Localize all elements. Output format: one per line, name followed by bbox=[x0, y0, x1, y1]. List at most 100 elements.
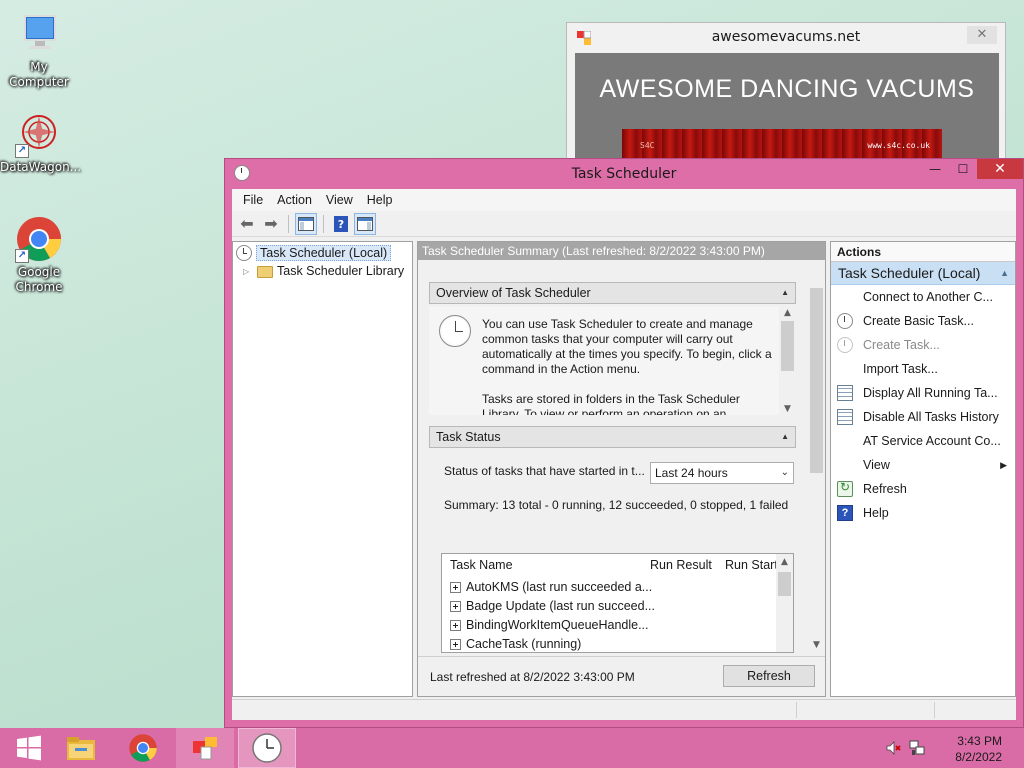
menu-help[interactable]: Help bbox=[360, 193, 400, 207]
collapse-arrow-icon[interactable]: ▲ bbox=[781, 283, 789, 303]
maximize-button[interactable]: ☐ bbox=[949, 159, 977, 179]
status-bar bbox=[232, 699, 1016, 720]
toolbar: ⬅ ➡ ? bbox=[232, 211, 1016, 237]
taskbar-chrome[interactable] bbox=[114, 728, 172, 768]
task-name: AutoKMS (last run succeeded a... bbox=[466, 580, 653, 594]
action-display-running[interactable]: Display All Running Ta... bbox=[831, 381, 1015, 405]
tree-item-label: Task Scheduler (Local) bbox=[256, 245, 392, 261]
action-label: Disable All Tasks History bbox=[863, 410, 999, 424]
last-refreshed-text: Last refreshed at 8/2/2022 3:43:00 PM bbox=[430, 670, 635, 684]
speaker-muted-icon[interactable] bbox=[886, 740, 902, 759]
action-label: Create Task... bbox=[863, 338, 940, 352]
action-label: Refresh bbox=[863, 482, 907, 496]
action-disable-history[interactable]: Disable All Tasks History bbox=[831, 405, 1015, 429]
background-window-title: awesomevacums.net bbox=[711, 29, 861, 45]
computer-icon bbox=[15, 10, 63, 58]
background-window-content: AWESOME DANCING VACUMS S4C www.s4c.co.uk bbox=[575, 53, 999, 173]
action-label: AT Service Account Co... bbox=[863, 434, 1001, 448]
actions-header: Actions bbox=[831, 242, 1015, 262]
table-row[interactable]: AutoKMS (last run succeeded a... bbox=[450, 578, 652, 596]
action-at-service-account[interactable]: AT Service Account Co... bbox=[831, 429, 1015, 453]
menu-file[interactable]: File bbox=[236, 193, 270, 207]
network-icon[interactable] bbox=[908, 739, 926, 760]
task-scheduler-window[interactable]: Task Scheduler — ☐ ✕ File Action View He… bbox=[224, 158, 1024, 728]
table-row[interactable]: BindingWorkItemQueueHandle... bbox=[450, 616, 649, 634]
blank-icon bbox=[837, 433, 853, 449]
clock-date: 8/2/2022 bbox=[955, 750, 1002, 764]
expand-plus-icon[interactable] bbox=[450, 581, 461, 593]
desktop-icon-my-computer[interactable]: My Computer bbox=[0, 10, 78, 90]
forward-arrow-icon[interactable]: ➡ bbox=[260, 213, 282, 235]
status-range-select[interactable]: Last 24 hours ⌄ bbox=[650, 462, 794, 484]
task-summary: Summary: 13 total - 0 running, 12 succee… bbox=[444, 498, 789, 512]
scroll-thumb[interactable] bbox=[778, 572, 791, 596]
system-clock[interactable]: 3:43 PM 8/2/2022 bbox=[955, 733, 1002, 765]
taskbar-task-scheduler[interactable] bbox=[238, 728, 296, 768]
expand-plus-icon[interactable] bbox=[450, 638, 461, 650]
collapse-arrow-icon[interactable]: ▲ bbox=[781, 427, 789, 447]
scroll-down-arrow-icon[interactable]: ▼ bbox=[808, 640, 825, 650]
menu-bar: File Action View Help bbox=[232, 189, 1016, 211]
action-create-task[interactable]: Create Task... bbox=[831, 333, 1015, 357]
expand-plus-icon[interactable] bbox=[450, 619, 461, 631]
background-browser-window[interactable]: awesomevacums.net ✕ AWESOME DANCING VACU… bbox=[566, 22, 1006, 173]
actions-group-header[interactable]: Task Scheduler (Local) ▲ bbox=[831, 262, 1015, 285]
overview-section-body: You can use Task Scheduler to create and… bbox=[429, 307, 796, 415]
background-window-titlebar[interactable]: awesomevacums.net ✕ bbox=[567, 23, 1005, 51]
close-button[interactable]: ✕ bbox=[977, 159, 1023, 179]
desktop-icon-datawagon[interactable]: ↗ DataWagon... bbox=[0, 110, 81, 175]
scroll-thumb[interactable] bbox=[781, 321, 794, 371]
scroll-up-arrow-icon[interactable]: ▲ bbox=[779, 308, 796, 318]
task-table-scrollbar[interactable]: ▲ bbox=[776, 554, 793, 652]
action-refresh[interactable]: Refresh bbox=[831, 477, 1015, 501]
overview-scrollbar[interactable]: ▲ ▼ bbox=[779, 307, 796, 415]
table-row[interactable]: Badge Update (last run succeed... bbox=[450, 597, 655, 615]
desktop-icon-chrome[interactable]: ↗ Google Chrome bbox=[0, 215, 78, 295]
windows-logo-icon bbox=[17, 735, 41, 761]
scroll-up-arrow-icon[interactable]: ▲ bbox=[776, 557, 793, 567]
taskbar-file-explorer[interactable] bbox=[52, 728, 110, 768]
chrome-icon bbox=[129, 734, 157, 762]
action-connect[interactable]: Connect to Another C... bbox=[831, 285, 1015, 309]
list-icon bbox=[837, 385, 853, 401]
tree-item-task-scheduler-local[interactable]: Task Scheduler (Local) bbox=[236, 244, 412, 262]
collapse-arrow-icon[interactable]: ▲ bbox=[1000, 262, 1009, 285]
table-row[interactable]: CacheTask (running) bbox=[450, 635, 581, 652]
action-create-basic-task[interactable]: Create Basic Task... bbox=[831, 309, 1015, 333]
menu-action[interactable]: Action bbox=[270, 193, 319, 207]
console-tree: Task Scheduler (Local) ▷ Task Scheduler … bbox=[232, 241, 413, 697]
column-header-run-start[interactable]: Run Start bbox=[725, 554, 778, 576]
summary-scrollbar[interactable]: ▼ bbox=[808, 270, 825, 650]
window-title: Task Scheduler bbox=[571, 166, 677, 182]
folder-icon bbox=[67, 737, 95, 760]
tree-item-task-scheduler-library[interactable]: ▷ Task Scheduler Library bbox=[233, 262, 412, 280]
action-help[interactable]: ? Help bbox=[831, 501, 1015, 525]
task-status-section-header[interactable]: Task Status ▲ bbox=[429, 426, 796, 448]
shortcut-arrow-icon: ↗ bbox=[15, 249, 29, 263]
background-window-close-button[interactable]: ✕ bbox=[967, 26, 997, 44]
refresh-button[interactable]: Refresh bbox=[723, 665, 815, 687]
scroll-down-arrow-icon[interactable]: ▼ bbox=[779, 404, 796, 414]
expand-plus-icon[interactable] bbox=[450, 600, 461, 612]
action-import-task[interactable]: Import Task... bbox=[831, 357, 1015, 381]
blank-icon bbox=[837, 361, 853, 377]
expand-arrow-icon[interactable]: ▷ bbox=[243, 267, 253, 276]
back-arrow-icon[interactable]: ⬅ bbox=[236, 213, 258, 235]
action-view[interactable]: View ▶ bbox=[831, 453, 1015, 477]
overview-section-header[interactable]: Overview of Task Scheduler ▲ bbox=[429, 282, 796, 304]
taskbar-browser-window[interactable] bbox=[176, 728, 234, 768]
minimize-button[interactable]: — bbox=[921, 159, 949, 179]
clock-time: 3:43 PM bbox=[957, 734, 1002, 748]
show-hide-action-pane-icon[interactable] bbox=[354, 212, 376, 235]
column-header-run-result[interactable]: Run Result bbox=[650, 554, 712, 576]
help-icon[interactable]: ? bbox=[330, 213, 352, 235]
menu-view[interactable]: View bbox=[319, 193, 360, 207]
svg-text:?: ? bbox=[338, 218, 344, 231]
help-icon: ? bbox=[837, 505, 853, 521]
show-hide-console-tree-icon[interactable] bbox=[295, 212, 317, 235]
window-titlebar[interactable]: Task Scheduler — ☐ ✕ bbox=[225, 159, 1023, 187]
scroll-thumb[interactable] bbox=[810, 288, 823, 473]
column-header-task-name[interactable]: Task Name bbox=[450, 554, 513, 576]
status-divider bbox=[934, 702, 935, 718]
start-button[interactable] bbox=[0, 728, 58, 768]
